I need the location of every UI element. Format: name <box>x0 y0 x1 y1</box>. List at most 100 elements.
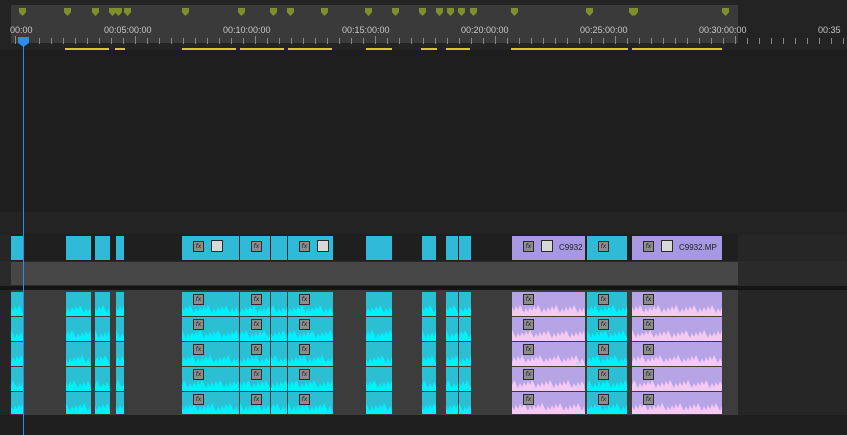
audio-clip[interactable] <box>66 367 91 391</box>
audio-clip[interactable]: fx <box>632 292 722 316</box>
audio-clip[interactable] <box>116 367 124 391</box>
audio-clip[interactable]: fx <box>182 392 239 414</box>
audio-clip[interactable]: fx <box>587 367 627 391</box>
audio-clip[interactable] <box>95 292 110 316</box>
audio-clip[interactable]: fx <box>587 292 627 316</box>
time-ruler[interactable]: 00:00 00:05:00:00 00:10:00:00 00:15:00:0… <box>0 0 847 50</box>
audio-clip[interactable]: fx <box>182 292 239 316</box>
video-clip[interactable]: fx <box>288 236 333 260</box>
audio-clip[interactable]: fx <box>240 392 270 414</box>
audio-clip[interactable] <box>459 392 471 414</box>
audio-clip[interactable] <box>446 317 458 341</box>
audio-clip[interactable]: fx <box>288 392 333 414</box>
audio-clip[interactable] <box>271 342 287 366</box>
video-clip[interactable]: fx C9932.MP <box>632 236 722 260</box>
audio-clip[interactable] <box>459 342 471 366</box>
video-clip[interactable]: fx <box>240 236 270 260</box>
audio-clip[interactable] <box>271 317 287 341</box>
video-clip[interactable] <box>446 236 458 260</box>
audio-waveform <box>116 404 124 414</box>
video-clip[interactable]: fx <box>182 236 239 260</box>
audio-clip[interactable] <box>116 317 124 341</box>
video-clip[interactable] <box>11 236 23 260</box>
audio-clip[interactable]: fx <box>587 317 627 341</box>
audio-clip[interactable]: fx <box>240 292 270 316</box>
audio-clip[interactable] <box>422 292 436 316</box>
audio-clip[interactable] <box>459 292 471 316</box>
audio-clip[interactable] <box>446 292 458 316</box>
audio-clip[interactable] <box>366 392 392 414</box>
audio-clip[interactable] <box>422 317 436 341</box>
audio-clip[interactable]: fx <box>240 367 270 391</box>
audio-clip[interactable]: fx <box>240 342 270 366</box>
audio-clip[interactable] <box>66 342 91 366</box>
audio-waveform <box>240 355 270 366</box>
audio-clip[interactable]: fx <box>512 292 585 316</box>
audio-clip[interactable] <box>95 367 110 391</box>
audio-clip[interactable] <box>66 392 91 414</box>
audio-track-empty-lane[interactable] <box>11 262 738 285</box>
audio-clip[interactable]: fx <box>288 317 333 341</box>
audio-clip[interactable]: fx <box>632 317 722 341</box>
playhead-line[interactable] <box>23 44 24 435</box>
video-clip[interactable] <box>366 236 392 260</box>
audio-clip[interactable] <box>116 392 124 414</box>
audio-clip[interactable] <box>116 292 124 316</box>
audio-clip[interactable] <box>459 367 471 391</box>
video-clip[interactable]: fx C9932 <box>512 236 585 260</box>
audio-track-empty-bottom[interactable] <box>0 415 847 435</box>
audio-clip[interactable] <box>95 392 110 414</box>
audio-clip[interactable] <box>422 392 436 414</box>
video-clip[interactable]: fx <box>587 236 627 260</box>
audio-clip[interactable] <box>11 342 23 366</box>
audio-clip[interactable] <box>95 342 110 366</box>
audio-clip[interactable]: fx <box>632 342 722 366</box>
audio-clip[interactable]: fx <box>288 292 333 316</box>
audio-clip[interactable] <box>11 292 23 316</box>
audio-clip[interactable]: fx <box>512 342 585 366</box>
audio-clip[interactable]: fx <box>240 317 270 341</box>
audio-clip[interactable] <box>366 292 392 316</box>
audio-clip[interactable] <box>422 342 436 366</box>
audio-clip[interactable] <box>459 317 471 341</box>
audio-clip[interactable] <box>446 392 458 414</box>
video-clip[interactable] <box>95 236 110 260</box>
audio-clip[interactable] <box>446 367 458 391</box>
audio-clip[interactable] <box>366 317 392 341</box>
empty-video-tracks-area[interactable] <box>0 50 847 212</box>
video-clip[interactable] <box>459 236 471 260</box>
audio-clip[interactable]: fx <box>182 367 239 391</box>
audio-clip[interactable]: fx <box>512 367 585 391</box>
ruler-tick <box>123 38 124 44</box>
audio-clip[interactable] <box>366 367 392 391</box>
audio-clip[interactable]: fx <box>587 392 627 414</box>
audio-clip[interactable] <box>366 342 392 366</box>
audio-clip[interactable] <box>11 367 23 391</box>
audio-clip[interactable] <box>11 317 23 341</box>
fx-badge-icon: fx <box>643 344 654 355</box>
audio-clip[interactable]: fx <box>632 367 722 391</box>
audio-clip[interactable] <box>271 392 287 414</box>
video-track-v2-empty[interactable] <box>0 212 847 234</box>
video-clip[interactable] <box>271 236 287 260</box>
audio-clip[interactable] <box>11 392 23 414</box>
audio-clip[interactable] <box>271 367 287 391</box>
audio-clip[interactable] <box>116 342 124 366</box>
video-clip[interactable] <box>422 236 436 260</box>
audio-clip[interactable] <box>66 292 91 316</box>
audio-clip[interactable]: fx <box>512 317 585 341</box>
audio-clip[interactable]: fx <box>288 342 333 366</box>
audio-clip[interactable] <box>95 317 110 341</box>
audio-clip[interactable]: fx <box>182 342 239 366</box>
audio-clip[interactable] <box>66 317 91 341</box>
audio-clip[interactable]: fx <box>632 392 722 414</box>
video-clip[interactable] <box>116 236 124 260</box>
audio-clip[interactable]: fx <box>288 367 333 391</box>
audio-clip[interactable]: fx <box>512 392 585 414</box>
audio-clip[interactable] <box>446 342 458 366</box>
audio-clip[interactable] <box>422 367 436 391</box>
audio-clip[interactable]: fx <box>182 317 239 341</box>
audio-clip[interactable]: fx <box>587 342 627 366</box>
video-clip[interactable] <box>66 236 91 260</box>
audio-clip[interactable] <box>271 292 287 316</box>
